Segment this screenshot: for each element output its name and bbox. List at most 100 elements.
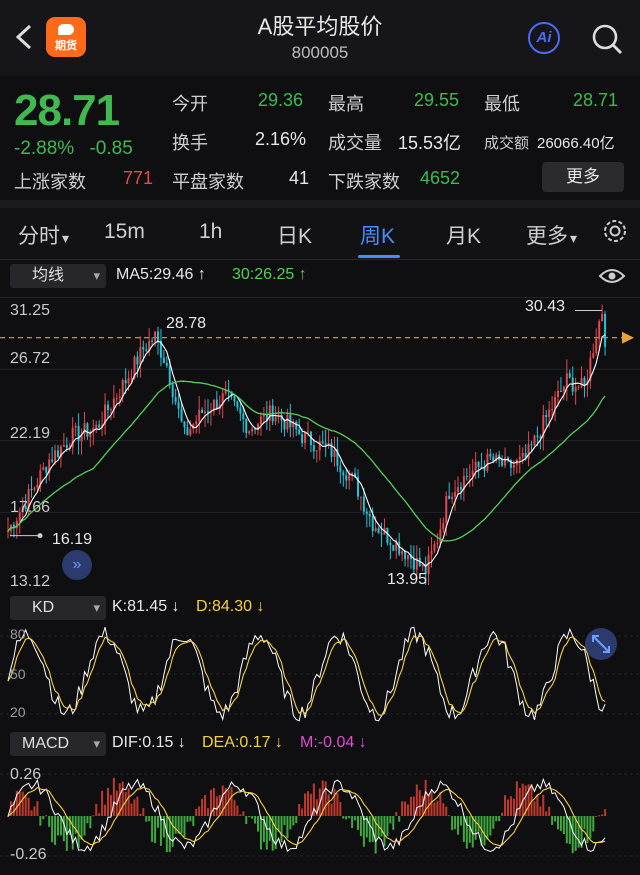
macd-histogram-bar bbox=[486, 816, 489, 840]
macd-histogram-bar bbox=[551, 816, 554, 825]
gear-icon[interactable] bbox=[600, 216, 630, 246]
candle-body bbox=[412, 558, 415, 570]
candle-body bbox=[583, 377, 586, 386]
ma30-line bbox=[7, 380, 606, 542]
kd-tick-label: 20 bbox=[10, 704, 26, 720]
up-count-label: 上涨家数 bbox=[14, 172, 86, 192]
macd-histogram-bar bbox=[292, 816, 295, 826]
candle-body bbox=[124, 380, 127, 384]
candle-body bbox=[601, 314, 604, 322]
candle-body bbox=[115, 397, 118, 399]
macd-histogram-bar bbox=[148, 816, 151, 822]
macd-histogram-bar bbox=[342, 816, 345, 819]
tab-1h[interactable]: 1h bbox=[199, 220, 222, 244]
peak-annotation: 28.78 bbox=[166, 315, 207, 332]
macd-histogram-bar bbox=[124, 791, 127, 816]
candle-body bbox=[283, 420, 286, 430]
macd-histogram-bar bbox=[407, 804, 409, 816]
y-tick-label: 31.25 bbox=[10, 302, 51, 319]
ai-assistant-button[interactable]: Ai bbox=[528, 22, 560, 54]
macd-tick-label: 0.26 bbox=[10, 766, 42, 783]
kd-chart[interactable]: 80 50 20 bbox=[0, 622, 640, 726]
candle-body bbox=[592, 353, 595, 358]
search-icon[interactable] bbox=[590, 22, 624, 56]
macd-histogram-bar bbox=[536, 794, 539, 816]
macd-chart[interactable]: 0.26 -0.26 bbox=[0, 760, 640, 868]
candle-body bbox=[559, 390, 562, 392]
quote-summary: 28.71 -2.88% -0.85 今开 29.36 最高 29.55 最低 … bbox=[0, 80, 640, 198]
candle-body bbox=[307, 431, 309, 433]
macd-histogram-bar bbox=[339, 802, 342, 816]
macd-histogram-bar bbox=[436, 800, 439, 816]
macd-histogram-bar bbox=[142, 808, 145, 816]
candle-body bbox=[268, 405, 271, 421]
candlestick-chart[interactable]: 31.25 26.72 22.19 17.66 13.12 30.43 28.7… bbox=[0, 292, 640, 594]
candle-body bbox=[154, 331, 157, 342]
macd-histogram-bar bbox=[512, 798, 515, 816]
candle-body bbox=[168, 365, 171, 385]
volume-label: 成交量 bbox=[328, 133, 382, 153]
macd-histogram-bar bbox=[189, 816, 192, 822]
macd-histogram-bar bbox=[554, 816, 557, 822]
volume-value: 15.53亿 bbox=[398, 133, 462, 153]
macd-histogram-bar bbox=[133, 799, 136, 816]
eye-icon[interactable] bbox=[598, 266, 626, 286]
app-header: 期货 A股平均股价 800005 Ai bbox=[0, 0, 640, 76]
ma30-value: 30:26.25 ↑ bbox=[232, 266, 307, 283]
candle-body bbox=[189, 429, 192, 436]
flat-count-label: 平盘家数 bbox=[172, 172, 244, 192]
divider bbox=[0, 200, 640, 208]
tab-15m[interactable]: 15m bbox=[104, 220, 145, 244]
macd-histogram-bar bbox=[130, 803, 133, 816]
macd-histogram-bar bbox=[459, 816, 462, 826]
candle-body bbox=[368, 513, 371, 517]
double-chevron-icon[interactable]: » bbox=[62, 550, 92, 580]
expand-icon[interactable] bbox=[585, 628, 617, 660]
candle-body bbox=[98, 424, 101, 428]
macd-histogram-bar bbox=[557, 816, 559, 830]
tab-monthly-k[interactable]: 月K bbox=[446, 220, 481, 250]
last-price-marker bbox=[622, 331, 634, 344]
ma-selector[interactable]: 均线 ▾ bbox=[10, 264, 106, 288]
macd-histogram-bar bbox=[36, 801, 39, 816]
macd-histogram-bar bbox=[145, 816, 148, 822]
tab-intraday[interactable]: 分时 ▾ bbox=[18, 220, 69, 250]
candle-body bbox=[454, 491, 457, 497]
kd-tick-label: 80 bbox=[10, 626, 26, 642]
kd-selector[interactable]: KD ▾ bbox=[10, 596, 106, 620]
more-details-button[interactable]: 更多 bbox=[542, 162, 624, 192]
macd-histogram-bar bbox=[198, 806, 201, 816]
candle-body bbox=[165, 362, 168, 366]
macd-histogram-bar bbox=[236, 805, 239, 816]
candle-body bbox=[45, 467, 48, 473]
macd-histogram-bar bbox=[398, 816, 401, 822]
tab-weekly-k[interactable]: 周K bbox=[360, 220, 395, 250]
candle-body bbox=[204, 411, 207, 414]
macd-histogram-bar bbox=[298, 803, 301, 816]
candle-body bbox=[118, 396, 121, 398]
macd-histogram-bar bbox=[174, 816, 177, 834]
candle-body bbox=[345, 475, 348, 481]
macd-histogram-bar bbox=[351, 816, 354, 829]
candle-body bbox=[404, 551, 407, 560]
macd-histogram-bar bbox=[151, 816, 154, 842]
candle-body bbox=[312, 445, 315, 452]
candle-body bbox=[324, 443, 327, 446]
candle-body bbox=[333, 449, 336, 457]
candle-body bbox=[57, 450, 59, 458]
candlestick-svg bbox=[0, 297, 640, 586]
macd-histogram-bar bbox=[333, 788, 336, 816]
macd-histogram-bar bbox=[442, 803, 445, 816]
macd-histogram-bar bbox=[157, 816, 159, 828]
last-price: 28.71 bbox=[14, 86, 120, 135]
candle-body bbox=[380, 533, 383, 535]
macd-histogram-bar bbox=[27, 797, 30, 816]
macd-histogram-bar bbox=[259, 816, 262, 850]
tab-daily-k[interactable]: 日K bbox=[277, 220, 312, 250]
macd-selector[interactable]: MACD ▾ bbox=[10, 732, 106, 756]
change-percent: -2.88% bbox=[14, 138, 75, 159]
macd-histogram-bar bbox=[24, 794, 27, 816]
macd-histogram-bar bbox=[204, 794, 207, 816]
tab-more[interactable]: 更多 ▾ bbox=[526, 220, 577, 250]
macd-histogram-bar bbox=[62, 816, 65, 842]
